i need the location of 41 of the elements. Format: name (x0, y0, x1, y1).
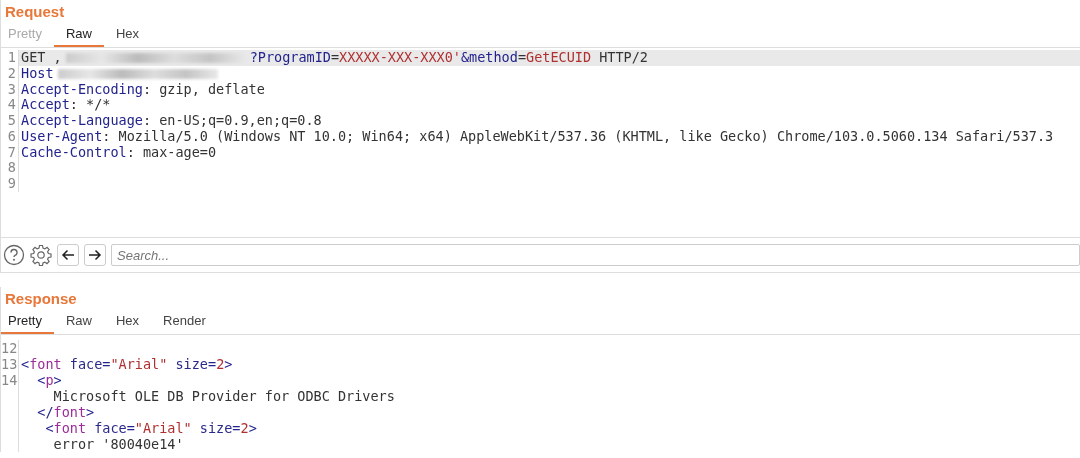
pane-title: Response (4, 289, 77, 309)
line-number: 4 (7, 97, 16, 113)
pane-title: Request (4, 2, 65, 22)
line-number: 2 (7, 65, 16, 82)
code-text: Accept: */* (21, 97, 111, 113)
line-number: 3 (7, 81, 16, 98)
search-field[interactable]: Search... (111, 244, 1080, 266)
view-tab[interactable]: Raw (53, 311, 104, 334)
line-number: 5 (7, 113, 16, 129)
code-text: Accept-Encoding: gzip, deflate (21, 81, 265, 98)
code-text: <font face="Arial" size=2> (44, 420, 257, 436)
code-text: GET , (21, 50, 62, 66)
code-text: Cache-Control: max-age=0 (21, 144, 217, 161)
code-text: <p> (36, 372, 62, 388)
line-number: 8 (7, 160, 16, 176)
code-text: Host (21, 65, 54, 82)
code-text: Microsoft OLE DB Provider for ODBC Drivers (52, 388, 395, 404)
line-number: 9 (7, 176, 16, 192)
back-button[interactable] (57, 244, 79, 266)
forward-button[interactable] (84, 244, 106, 266)
line-number: 6 (7, 128, 16, 145)
help-icon[interactable] (3, 244, 25, 266)
settings-icon[interactable] (30, 244, 52, 266)
code-text: User-Agent: Mozilla/5.0 (Windows NT 10.0; Win64; x64) AppleWebKit/537.36 (KHTML, like Gecko) Chrome/103.0.5060.134 Safari/537.3 (21, 128, 1054, 145)
line-number: 12 (1, 340, 18, 356)
line-number: 14 (1, 372, 18, 388)
line-number: 1 (7, 50, 16, 66)
line-number: 13 (1, 356, 18, 372)
left-arrow-icon (61, 249, 75, 261)
view-tab[interactable]: Render (151, 311, 218, 334)
code-text: ?ProgramID=XXXXX-XXX-XXX0'&method=GetECUID HTTP/2 (249, 50, 648, 66)
right-arrow-icon (88, 249, 102, 261)
code-text: <font face="Arial" size=2> (21, 356, 233, 372)
line-number: 7 (7, 144, 16, 161)
view-tab[interactable]: Hex (104, 24, 152, 47)
code-text: Accept-Language: en-US;q=0.9,en;q=0.8 (21, 113, 322, 129)
view-tab[interactable]: Pretty (1, 311, 54, 334)
code-text: error '80040e14' (52, 436, 184, 452)
code-text: </font> (36, 404, 95, 420)
view-tab[interactable]: Hex (104, 311, 152, 334)
view-tab[interactable]: Raw (53, 24, 104, 47)
